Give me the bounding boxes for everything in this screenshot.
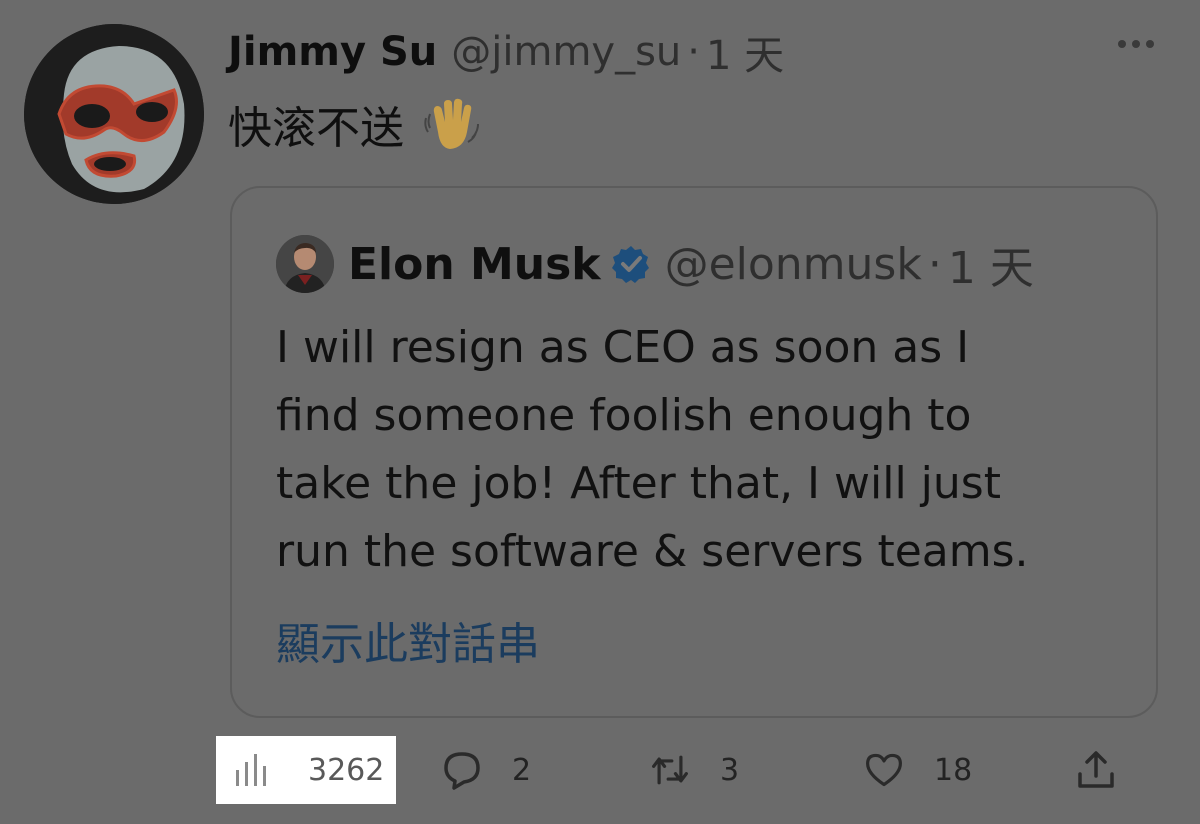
- show-thread-link[interactable]: 顯示此對話串: [276, 608, 540, 672]
- quoted-text-line: take the job! After that, I will just: [276, 458, 1001, 509]
- share-upload-icon: [1078, 751, 1114, 788]
- views-button[interactable]: 3262: [216, 736, 396, 804]
- quoted-tweet[interactable]: Elon Musk @elonmusk · 1 天 I will resign …: [230, 186, 1158, 718]
- luchador-mask-avatar-image: [24, 24, 204, 204]
- avatar[interactable]: [24, 24, 204, 204]
- tweet-header: Jimmy Su @jimmy_su · 1 天: [228, 24, 784, 80]
- more-options-icon[interactable]: [1118, 40, 1154, 48]
- heart-icon: [866, 753, 902, 787]
- timestamp[interactable]: 1 天: [706, 23, 784, 81]
- tweet-text: 快滚不送: [228, 92, 484, 156]
- quoted-tweet-header: Elon Musk @elonmusk · 1 天: [276, 234, 1034, 294]
- waving-hand-icon: [424, 98, 479, 149]
- retweet-count: 3: [720, 752, 740, 788]
- quoted-author-name: Elon Musk: [348, 238, 601, 290]
- verified-badge-icon: [611, 246, 649, 283]
- quoted-text-line: I will resign as CEO as soon as I: [276, 322, 970, 373]
- separator-dot: ·: [687, 29, 700, 75]
- reply-button[interactable]: 2: [442, 736, 531, 804]
- retweet-icon: [652, 755, 688, 785]
- reply-count: 2: [512, 752, 532, 788]
- author-name[interactable]: Jimmy Su: [228, 29, 437, 75]
- quoted-timestamp: 1 天: [947, 243, 1034, 294]
- analytics-bar-icon: [236, 754, 266, 786]
- views-count: 3262: [308, 752, 385, 788]
- like-button[interactable]: 18: [864, 736, 972, 804]
- like-count: 18: [934, 752, 973, 788]
- reply-bubble-icon: [444, 752, 480, 790]
- retweet-button[interactable]: 3: [650, 736, 739, 804]
- author-handle[interactable]: @jimmy_su: [451, 29, 681, 75]
- action-bar: 3262 2 3 18: [0, 736, 1200, 806]
- quoted-avatar: [276, 235, 334, 293]
- quoted-tweet-text: I will resign as CEO as soon as I find s…: [276, 314, 1136, 586]
- quoted-author-handle: @elonmusk: [664, 238, 922, 290]
- quoted-separator-dot: ·: [927, 238, 942, 290]
- person-avatar-image: [276, 235, 334, 293]
- tweet: Jimmy Su @jimmy_su · 1 天 快滚不送 Elon Musk …: [0, 0, 1200, 824]
- share-button[interactable]: [1076, 736, 1116, 804]
- quoted-text-line: find someone foolish enough to: [276, 390, 972, 441]
- quoted-text-line: run the software & servers teams.: [276, 526, 1029, 577]
- tweet-text-content: 快滚不送: [228, 103, 404, 154]
